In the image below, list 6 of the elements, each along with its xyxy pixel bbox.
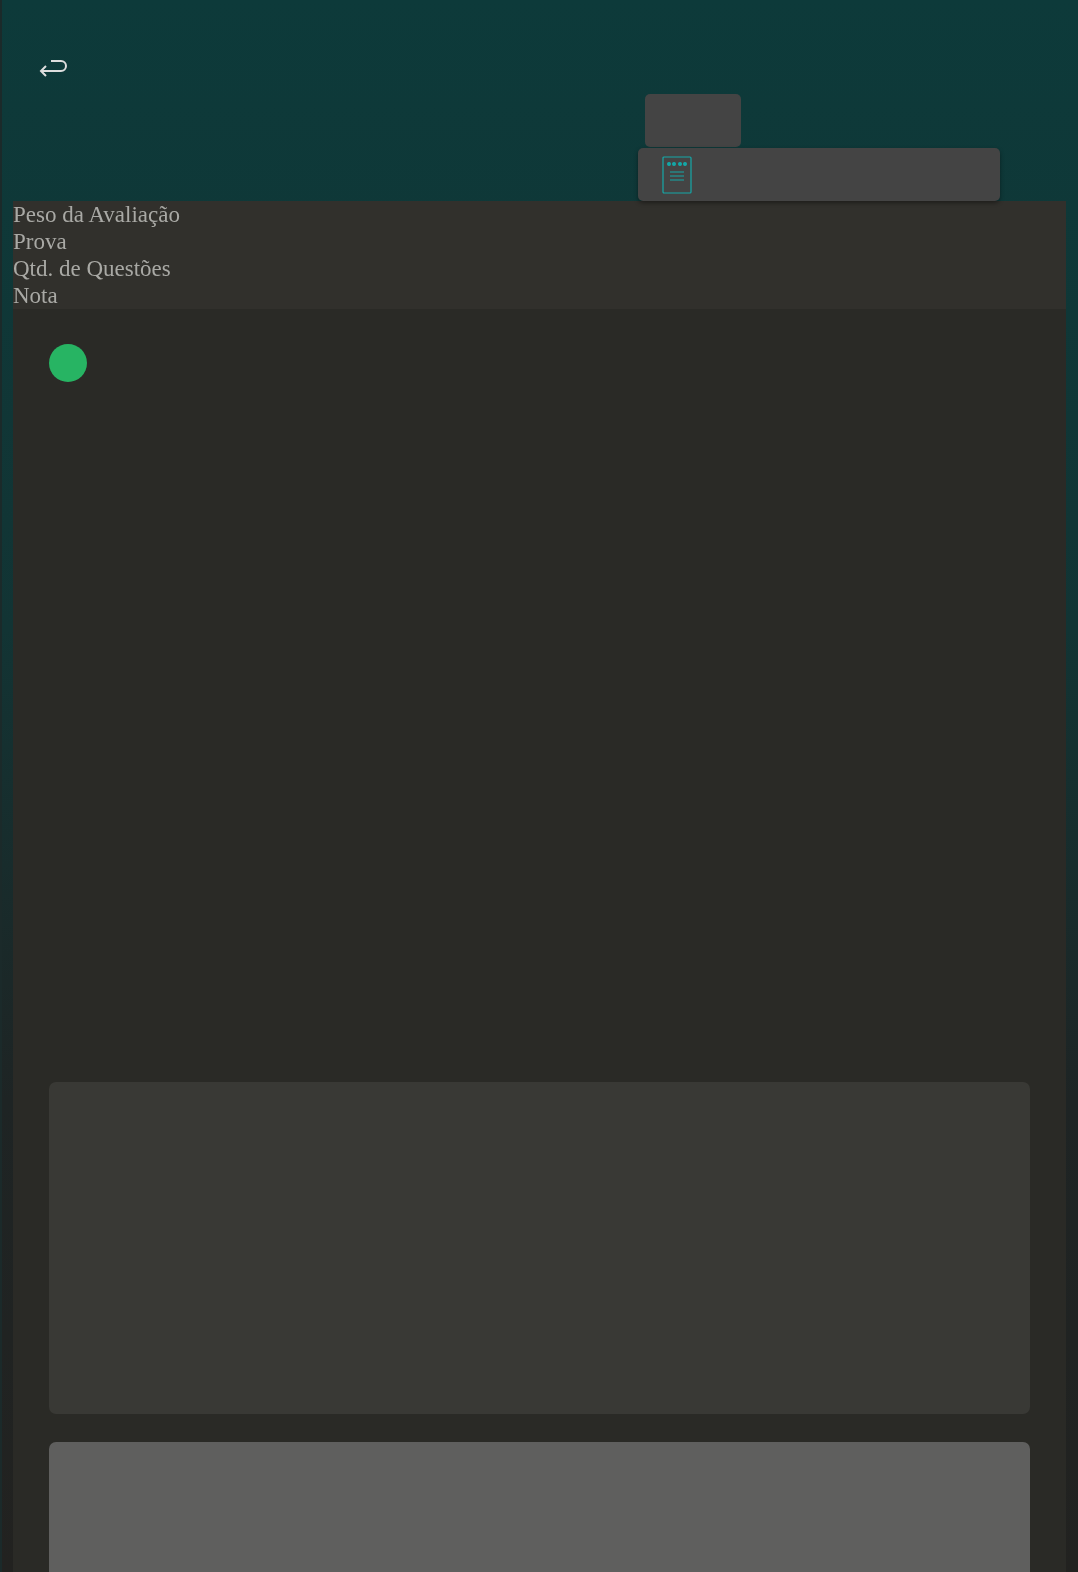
column-header: Nota — [13, 282, 58, 309]
column-header: Qtd. de Questões — [13, 255, 171, 282]
column-header: Prova — [13, 228, 67, 255]
document-icon[interactable] — [662, 155, 692, 194]
status-dot — [49, 344, 87, 382]
column-header: Peso da Avaliação — [13, 201, 180, 228]
